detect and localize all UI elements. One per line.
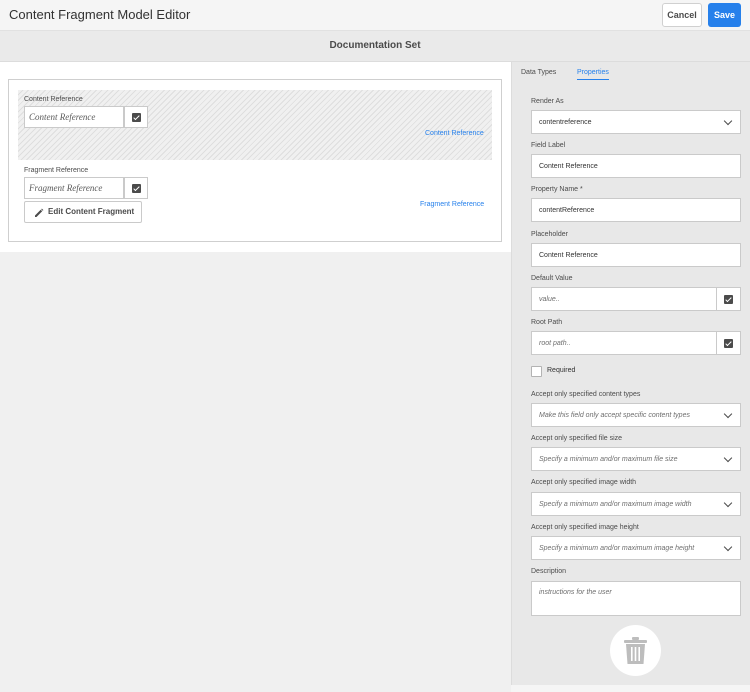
- tab-data-types[interactable]: Data Types: [521, 69, 556, 76]
- property-name-label: Property Name *: [531, 186, 583, 193]
- model-title: Documentation Set: [329, 40, 421, 51]
- fragment-reference-input[interactable]: Fragment Reference: [24, 177, 124, 199]
- checkbox-icon: [132, 184, 141, 193]
- property-name-input[interactable]: contentReference: [531, 198, 741, 222]
- placeholder-input[interactable]: Content Reference: [531, 243, 741, 267]
- content-reference-browse-button[interactable]: [124, 106, 148, 128]
- render-as-label: Render As: [531, 98, 564, 105]
- image-height-label: Accept only specified image height: [531, 524, 639, 531]
- app-title: Content Fragment Model Editor: [9, 7, 191, 22]
- content-types-label: Accept only specified content types: [531, 391, 641, 398]
- field-label-fragment-reference: Fragment Reference: [24, 167, 89, 174]
- render-as-value: contentreference: [539, 119, 592, 126]
- image-width-select[interactable]: Specify a minimum and/or maximum image w…: [531, 492, 741, 516]
- root-path-browse-button[interactable]: [716, 331, 741, 355]
- image-width-placeholder: Specify a minimum and/or maximum image w…: [539, 501, 692, 508]
- placeholder-label: Placeholder: [531, 231, 568, 238]
- required-label: Required: [547, 367, 576, 374]
- file-size-placeholder: Specify a minimum and/or maximum file si…: [539, 456, 678, 463]
- top-bar: Content Fragment Model Editor Cancel Sav…: [0, 0, 750, 31]
- default-value-input[interactable]: value..: [531, 287, 717, 311]
- checkbox-icon: [724, 339, 733, 348]
- save-button[interactable]: Save: [708, 3, 741, 27]
- trash-icon: [624, 637, 647, 664]
- chevron-down-icon: [723, 409, 733, 419]
- pencil-icon: [35, 208, 44, 217]
- fragment-reference-browse-button[interactable]: [124, 177, 148, 199]
- description-textarea[interactable]: instructions for the user: [531, 581, 741, 616]
- content-types-placeholder: Make this field only accept specific con…: [539, 412, 690, 419]
- image-height-placeholder: Specify a minimum and/or maximum image h…: [539, 545, 695, 552]
- description-label: Description: [531, 568, 567, 575]
- root-path-input[interactable]: root path..: [531, 331, 717, 355]
- default-value-label: Default Value: [531, 275, 573, 282]
- file-size-label: Accept only specified file size: [531, 435, 623, 442]
- tab-properties[interactable]: Properties: [577, 69, 609, 80]
- chevron-down-icon: [723, 542, 733, 552]
- content-types-select[interactable]: Make this field only accept specific con…: [531, 403, 741, 427]
- checkbox-icon: [724, 295, 733, 304]
- chevron-down-icon: [723, 453, 733, 463]
- image-width-label: Accept only specified image width: [531, 479, 637, 486]
- field-label-input[interactable]: Content Reference: [531, 154, 741, 178]
- cancel-button[interactable]: Cancel: [662, 3, 702, 27]
- root-path-label: Root Path: [531, 319, 563, 326]
- chevron-down-icon: [723, 116, 733, 126]
- delete-field-button[interactable]: [610, 625, 661, 676]
- checkbox-icon: [132, 113, 141, 122]
- file-size-select[interactable]: Specify a minimum and/or maximum file si…: [531, 447, 741, 471]
- content-reference-input[interactable]: Content Reference: [24, 106, 124, 128]
- edit-content-fragment-button[interactable]: Edit Content Fragment: [24, 201, 142, 223]
- field-label-content-reference: Content Reference: [24, 96, 83, 103]
- edit-content-fragment-label: Edit Content Fragment: [48, 207, 135, 216]
- required-checkbox[interactable]: [531, 366, 542, 377]
- field-label-label: Field Label: [531, 142, 566, 149]
- chevron-down-icon: [723, 498, 733, 508]
- field-type-content-reference: Content Reference: [425, 130, 484, 137]
- model-title-bar: Documentation Set: [0, 31, 750, 62]
- canvas-empty-area: [0, 252, 511, 692]
- image-height-select[interactable]: Specify a minimum and/or maximum image h…: [531, 536, 741, 560]
- default-value-browse-button[interactable]: [716, 287, 741, 311]
- render-as-select[interactable]: contentreference: [531, 110, 741, 134]
- field-type-fragment-reference: Fragment Reference: [420, 201, 485, 208]
